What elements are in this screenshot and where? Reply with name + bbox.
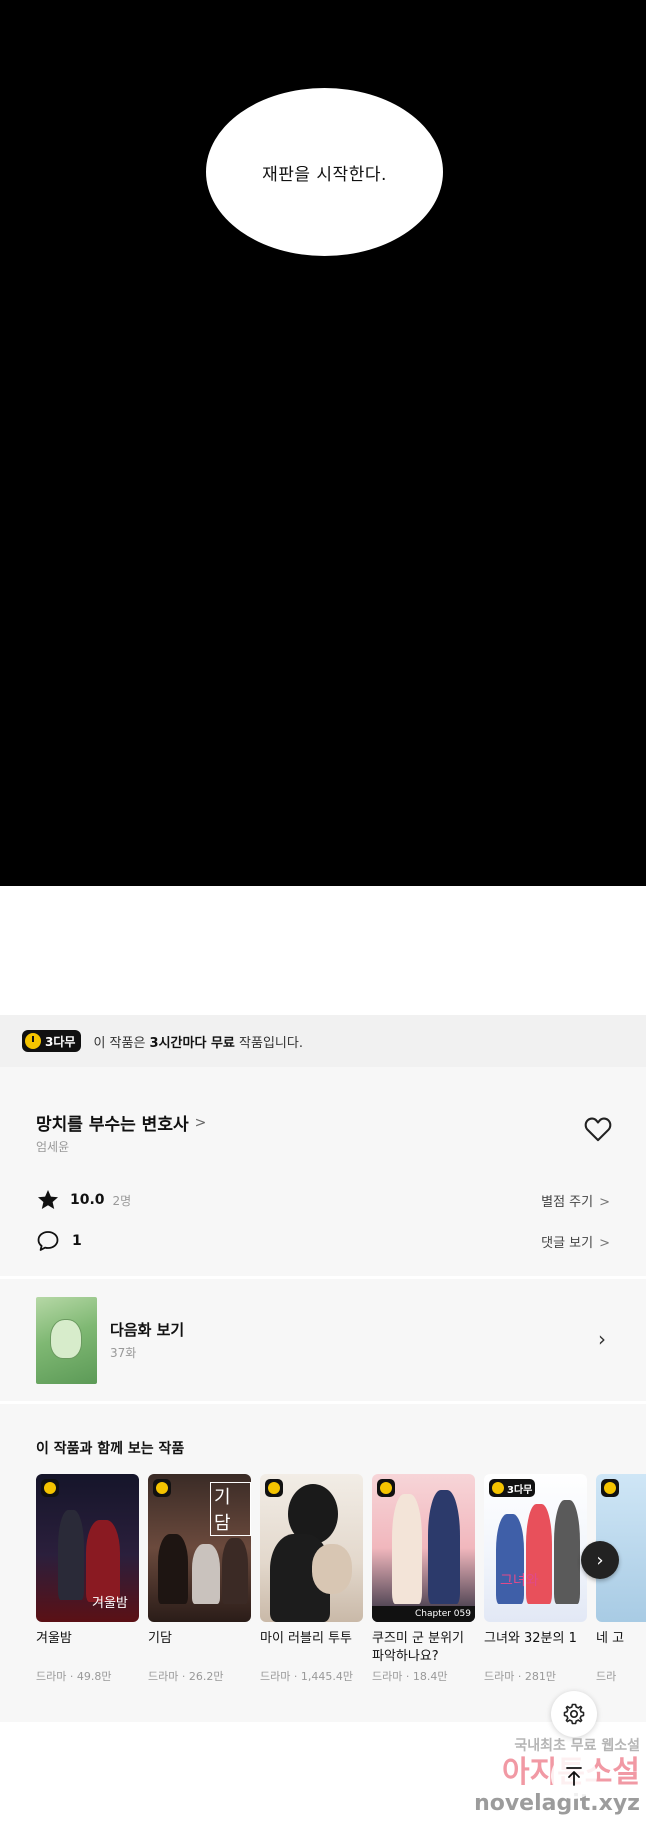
watermark: 국내최초 무료 웹소설 아지툰소설 novelagit.xyz (440, 1735, 640, 1816)
cover-figure (392, 1494, 422, 1604)
card-title: 겨울밤 (36, 1631, 72, 1646)
clock-icon (25, 1033, 41, 1049)
cover-image: 기담 (148, 1474, 251, 1622)
free-notice-suffix: 작품입니다. (234, 1035, 303, 1051)
heart-icon[interactable] (584, 1116, 612, 1142)
rate-button-label: 별점 주기 (541, 1194, 594, 1210)
recommendation-card[interactable]: 겨울밤 겨울밤 드라마 · 49.8만 (36, 1474, 139, 1684)
work-info-panel: 망치를 부수는 변호사 > 엄세윤 10.0 2명 별점 주기 > 1 댓글 보기… (0, 1067, 646, 1276)
rating-row: 10.0 2명 별점 주기 > (36, 1187, 610, 1213)
cover-image: Chapter 059 (372, 1474, 475, 1622)
rating-value: 10.0 (70, 1192, 105, 1208)
chevron-right-icon: › (598, 1327, 606, 1351)
recommendation-card[interactable]: 3다무 그녀와 그녀와 32분의 1 드라마 · 281만 (484, 1474, 587, 1684)
card-meta: 드라마 · 1,445.4만 (260, 1670, 353, 1683)
recommendations-next-button[interactable]: › (581, 1541, 619, 1579)
clock-icon (377, 1479, 395, 1497)
card-title: 쿠즈미 군 분위기 파악하나요? (372, 1631, 464, 1664)
free-notice-bold: 3시간마다 무료 (149, 1035, 235, 1051)
work-title-link[interactable]: 망치를 부수는 변호사 > (36, 1110, 207, 1136)
scroll-top-icon (566, 1767, 582, 1786)
settings-icon (563, 1703, 585, 1725)
speech-bubble: 재판을 시작한다. (206, 88, 443, 256)
clock-icon (41, 1479, 59, 1497)
recommendation-card[interactable]: Chapter 059 쿠즈미 군 분위기 파악하나요? 드라마 · 18.4만 (372, 1474, 475, 1684)
free-badge-label: 3다무 (45, 1034, 76, 1049)
rate-button[interactable]: 별점 주기 > (541, 1191, 610, 1210)
chevron-right-icon: > (599, 1235, 610, 1251)
watermark-line3: novelagit.xyz (474, 1791, 640, 1816)
cover-image: 겨울밤 (36, 1474, 139, 1622)
chevron-right-icon: › (596, 1549, 604, 1571)
next-episode-button[interactable]: 다음화 보기 37화 › (0, 1279, 646, 1401)
free-notice-banner: 3다무 이 작품은 3시간마다 무료 작품입니다. (0, 1015, 646, 1067)
chevron-right-icon: > (194, 1114, 207, 1131)
cover-image: 3다무 그녀와 (484, 1474, 587, 1622)
next-episode-thumbnail (36, 1297, 97, 1384)
clock-icon (492, 1482, 504, 1494)
recommendations-section: 이 작품과 함께 보는 작품 겨울밤 겨울밤 드라마 · 49.8만 기담 기담… (0, 1404, 646, 1722)
recommendation-card[interactable]: 네 고 드라 (596, 1474, 646, 1684)
star-icon (38, 1190, 58, 1209)
settings-button[interactable] (551, 1691, 597, 1737)
watermark-line1: 국내최초 무료 웹소설 (514, 1738, 640, 1754)
next-episode-title: 다음화 보기 (110, 1321, 185, 1339)
free-notice-text: 이 작품은 3시간마다 무료 작품입니다. (93, 1032, 303, 1051)
cover-figure (496, 1514, 524, 1604)
cover-figure (58, 1510, 84, 1600)
recommendation-card[interactable]: 기담 기담 드라마 · 26.2만 (148, 1474, 251, 1684)
cover-figure (428, 1490, 460, 1604)
comment-count: 1 (72, 1233, 82, 1249)
chevron-right-icon: > (599, 1194, 610, 1210)
card-title: 마이 러블리 투투 (260, 1631, 352, 1646)
cover-figure (554, 1500, 580, 1604)
cover-figure (158, 1534, 188, 1604)
free-badge: 3다무 (489, 1479, 536, 1497)
view-comments-label: 댓글 보기 (541, 1235, 594, 1251)
work-author: 엄세윤 (36, 1140, 70, 1154)
free-badge: 3다무 (22, 1030, 82, 1052)
cover-chapter-text: Chapter 059 (372, 1606, 475, 1622)
card-title: 기담 (148, 1631, 172, 1646)
card-meta: 드라마 · 18.4만 (372, 1670, 448, 1683)
recommendation-card[interactable]: 마이 러블리 투투 드라마 · 1,445.4만 (260, 1474, 363, 1684)
cover-title-text: 겨울밤 (92, 1596, 128, 1611)
comment-row: 1 댓글 보기 > (36, 1228, 610, 1254)
recommendations-title: 이 작품과 함께 보는 작품 (36, 1441, 185, 1457)
free-badge-label: 3다무 (507, 1484, 533, 1496)
card-meta: 드라마 · 49.8만 (36, 1670, 112, 1683)
card-meta: 드라마 · 26.2만 (148, 1670, 224, 1683)
cover-figure (312, 1544, 352, 1594)
thumbnail-figure (50, 1319, 82, 1359)
clock-icon (265, 1479, 283, 1497)
free-notice-prefix: 이 작품은 (93, 1035, 150, 1051)
comment-icon (37, 1231, 59, 1251)
cover-figure (192, 1544, 220, 1604)
clock-icon (153, 1479, 171, 1497)
card-title: 네 고 (596, 1631, 625, 1646)
cover-title-text: 그녀와 (500, 1573, 539, 1589)
scroll-top-button[interactable] (551, 1753, 597, 1799)
viewer-page: 재판을 시작한다. 3다무 이 작품은 3시간마다 무료 작품입니다. 망치를 … (0, 0, 646, 1848)
recommendation-list: 겨울밤 겨울밤 드라마 · 49.8만 기담 기담 드라마 · 26.2만 마이… (36, 1474, 646, 1684)
card-meta: 드라마 · 281만 (484, 1670, 556, 1683)
cover-image (260, 1474, 363, 1622)
comic-panel: 재판을 시작한다. (0, 0, 646, 886)
clock-icon (601, 1479, 619, 1497)
cover-figure (86, 1520, 120, 1602)
rater-count: 2명 (112, 1193, 132, 1208)
work-title: 망치를 부수는 변호사 (36, 1115, 189, 1135)
cover-figure (222, 1538, 248, 1604)
cover-title-text: 기담 (210, 1482, 251, 1536)
card-meta: 드라 (596, 1670, 617, 1683)
card-title: 그녀와 32분의 1 (484, 1631, 577, 1646)
view-comments-button[interactable]: 댓글 보기 > (541, 1232, 610, 1251)
watermark-line2: 아지툰소설 (440, 1755, 640, 1791)
next-episode-number: 37화 (110, 1346, 137, 1360)
speech-bubble-text: 재판을 시작한다. (262, 164, 387, 185)
